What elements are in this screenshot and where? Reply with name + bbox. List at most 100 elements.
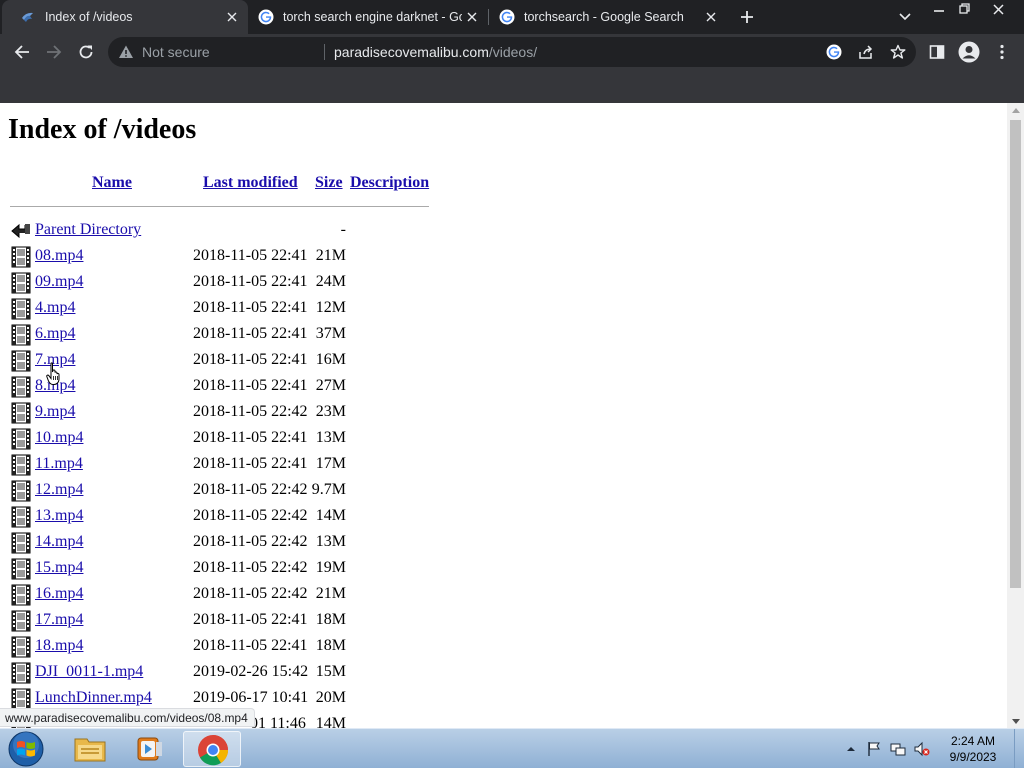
start-button[interactable] [4, 730, 48, 768]
file-link[interactable]: 09.mp4 [35, 273, 83, 291]
file-row: 14.mp4 2018-11-05 22:42 13M [0, 530, 440, 556]
file-modified: 2018-11-05 22:42 [193, 533, 308, 550]
file-link[interactable]: 08.mp4 [35, 247, 83, 265]
column-header-name[interactable]: Name [92, 174, 132, 192]
file-size: 16M [315, 351, 346, 368]
tab-index-videos[interactable]: Index of /videos [2, 0, 248, 34]
media-player-icon [137, 737, 162, 761]
file-link[interactable]: 18.mp4 [35, 637, 83, 655]
file-row: 10.mp4 2018-11-05 22:41 13M [0, 426, 440, 452]
google-lens-icon[interactable] [824, 42, 844, 62]
file-size: 37M [315, 325, 346, 342]
reload-icon[interactable] [72, 38, 100, 66]
file-row: 9.mp4 2018-11-05 22:42 23M [0, 400, 440, 426]
file-link[interactable]: 14.mp4 [35, 533, 83, 551]
page-title: Index of /videos [8, 114, 197, 145]
tab-search-chevron-icon[interactable] [894, 6, 916, 28]
file-modified: 2018-11-05 22:42 [193, 559, 308, 576]
close-tab-icon[interactable] [462, 7, 482, 27]
url-text[interactable]: paradisecovemalibu.com/videos/ [334, 44, 537, 60]
file-link[interactable]: 9.mp4 [35, 403, 75, 421]
video-file-icon [11, 636, 31, 658]
side-panel-icon[interactable] [923, 38, 951, 66]
close-tab-icon[interactable] [222, 7, 242, 27]
file-link[interactable]: 15.mp4 [35, 559, 83, 577]
close-window-icon[interactable] [985, 0, 1011, 18]
taskbar-media-player[interactable] [122, 731, 180, 767]
minimize-icon[interactable] [926, 0, 952, 18]
file-row: 09.mp4 2018-11-05 22:41 24M [0, 270, 440, 296]
folder-icon [74, 738, 106, 762]
profile-avatar-icon[interactable] [955, 38, 983, 66]
bookmarks-bar [0, 70, 1024, 103]
page-favicon-icon [22, 12, 33, 22]
file-modified: 2018-11-05 22:41 [193, 637, 308, 654]
menu-kebab-icon[interactable] [988, 38, 1016, 66]
vertical-scrollbar[interactable] [1007, 103, 1024, 728]
show-desktop-button[interactable] [1014, 729, 1024, 768]
video-file-icon [11, 350, 31, 372]
page-viewport: Index of /videos Name Last modified Size… [0, 103, 1007, 728]
volume-muted-icon[interactable] [914, 741, 930, 757]
forward-arrow-icon[interactable] [40, 38, 68, 66]
new-tab-plus-icon[interactable] [736, 6, 758, 28]
system-clock[interactable]: 2:24 AM 9/9/2023 [938, 733, 1008, 765]
video-file-icon [11, 532, 31, 554]
url-host: paradisecovemalibu.com [334, 44, 489, 60]
file-row: 18.mp4 2018-11-05 22:41 18M [0, 634, 440, 660]
file-size: 13M [315, 533, 346, 550]
column-header-last-modified[interactable]: Last modified [203, 174, 298, 192]
taskbar-chrome[interactable] [183, 731, 241, 767]
tab-title: torchsearch - Google Search [524, 10, 684, 24]
not-secure-label[interactable]: Not secure [142, 44, 210, 60]
taskbar-file-explorer[interactable] [61, 731, 119, 767]
scroll-up-arrow-icon[interactable] [1007, 103, 1024, 117]
file-link[interactable]: LunchDinner.mp4 [35, 689, 152, 707]
google-favicon-icon [258, 9, 274, 25]
back-folder-icon [11, 223, 30, 239]
column-header-size[interactable]: Size [315, 174, 343, 192]
file-row: 16.mp4 2018-11-05 22:42 21M [0, 582, 440, 608]
tab-torch-search[interactable]: torch search engine darknet - Go [248, 0, 488, 34]
scrollbar-thumb[interactable] [1010, 120, 1021, 588]
file-link[interactable]: 4.mp4 [35, 299, 75, 317]
file-link[interactable]: 6.mp4 [35, 325, 75, 343]
file-modified: 2018-11-05 22:42 [193, 481, 308, 498]
file-link[interactable]: 12.mp4 [35, 481, 83, 499]
scroll-down-arrow-icon[interactable] [1007, 714, 1024, 728]
show-hidden-icons-arrow-icon[interactable] [843, 741, 859, 757]
file-row: 17.mp4 2018-11-05 22:41 18M [0, 608, 440, 634]
tab-torchsearch-google[interactable]: torchsearch - Google Search [489, 0, 727, 34]
file-link[interactable]: 10.mp4 [35, 429, 83, 447]
file-link[interactable]: 17.mp4 [35, 611, 83, 629]
windows-taskbar: 2:24 AM 9/9/2023 [0, 728, 1024, 768]
network-icon[interactable] [890, 741, 906, 757]
restore-icon[interactable] [952, 0, 978, 18]
header-divider [10, 206, 429, 207]
warning-triangle-icon[interactable] [118, 44, 134, 60]
close-tab-icon[interactable] [701, 7, 721, 27]
file-link[interactable]: DJI_0011-1.mp4 [35, 663, 143, 681]
file-row: 12.mp4 2018-11-05 22:42 9.7M [0, 478, 440, 504]
file-link[interactable]: 11.mp4 [35, 455, 83, 473]
file-row: DJI_0011-1.mp4 2019-02-26 15:42 15M [0, 660, 440, 686]
column-header-description[interactable]: Description [350, 174, 429, 192]
file-modified: 2018-11-05 22:41 [193, 455, 308, 472]
bookmark-star-icon[interactable] [888, 42, 908, 62]
action-center-flag-icon[interactable] [866, 741, 882, 757]
video-file-icon [11, 506, 31, 528]
windows-logo-icon [8, 731, 44, 767]
file-size: 21M [315, 585, 346, 602]
parent-directory-link[interactable]: Parent Directory [35, 221, 141, 239]
back-arrow-icon[interactable] [8, 38, 36, 66]
file-link[interactable]: 13.mp4 [35, 507, 83, 525]
video-file-icon [11, 558, 31, 580]
video-file-icon [11, 688, 31, 710]
share-icon[interactable] [856, 42, 876, 62]
address-bar[interactable]: Not secure paradisecovemalibu.com/videos… [108, 37, 916, 67]
file-size: 12M [315, 299, 346, 316]
url-path: /videos/ [488, 44, 538, 60]
file-link[interactable]: 16.mp4 [35, 585, 83, 603]
google-favicon-icon [499, 9, 515, 25]
file-size: 17M [315, 455, 346, 472]
